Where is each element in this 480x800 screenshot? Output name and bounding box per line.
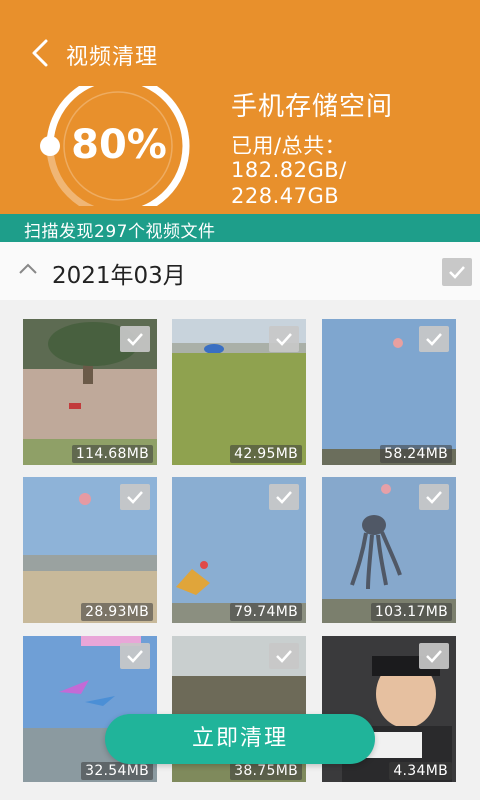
video-select-checkbox[interactable] <box>269 326 299 352</box>
video-select-checkbox[interactable] <box>120 643 150 669</box>
used-total-label: 已用/总共： <box>231 134 347 158</box>
video-size: 114.68MB <box>71 445 153 463</box>
checkmark-icon <box>426 491 442 504</box>
group-title: 2021年03月 <box>52 263 186 289</box>
group-select-checkbox[interactable] <box>442 258 472 286</box>
video-size: 79.74MB <box>230 603 302 621</box>
video-size: 28.93MB <box>81 603 153 621</box>
checkmark-icon <box>127 491 143 504</box>
video-select-checkbox[interactable] <box>419 326 449 352</box>
video-select-checkbox[interactable] <box>120 484 150 510</box>
page-title: 视频清理 <box>66 45 159 70</box>
video-size: 58.24MB <box>380 445 452 463</box>
used-value: 182.82GB/ <box>231 158 347 182</box>
scan-result-text: 扫描发现297个视频文件 <box>24 222 216 242</box>
video-select-checkbox[interactable] <box>269 484 299 510</box>
chevron-up-icon[interactable] <box>18 262 38 276</box>
storage-usage-ring: 80% <box>40 86 200 206</box>
checkmark-icon <box>127 333 143 346</box>
video-thumbnail[interactable]: 103.17MB <box>322 477 456 623</box>
video-thumbnail[interactable]: 79.74MB <box>172 477 306 623</box>
scan-result-banner: 扫描发现297个视频文件 <box>0 214 480 242</box>
video-size: 42.95MB <box>230 445 302 463</box>
video-select-checkbox[interactable] <box>269 643 299 669</box>
checkmark-icon <box>426 650 442 663</box>
checkmark-icon <box>449 266 465 279</box>
video-thumbnail[interactable]: 114.68MB <box>23 319 157 465</box>
video-thumbnail[interactable]: 42.95MB <box>172 319 306 465</box>
video-thumbnail[interactable]: 28.93MB <box>23 477 157 623</box>
checkmark-icon <box>127 650 143 663</box>
back-arrow-icon[interactable] <box>28 38 52 68</box>
video-select-checkbox[interactable] <box>120 326 150 352</box>
video-thumbnail[interactable]: 58.24MB <box>322 319 456 465</box>
video-size: 38.75MB <box>230 762 302 780</box>
storage-title: 手机存储空间 <box>231 92 394 122</box>
checkmark-icon <box>276 650 292 663</box>
clean-now-button[interactable]: 立即清理 <box>105 714 375 764</box>
group-header[interactable]: 2021年03月 <box>0 242 480 300</box>
checkmark-icon <box>276 491 292 504</box>
storage-percent: 80% <box>71 122 167 168</box>
video-select-checkbox[interactable] <box>419 643 449 669</box>
video-size: 4.34MB <box>389 762 452 780</box>
total-value: 228.47GB <box>231 184 340 208</box>
video-select-checkbox[interactable] <box>419 484 449 510</box>
header: 视频清理 80% 手机存储空间 已用/总共： 182.82GB/ 228.47G… <box>0 0 480 214</box>
video-size: 32.54MB <box>81 762 153 780</box>
checkmark-icon <box>276 333 292 346</box>
checkmark-icon <box>426 333 442 346</box>
video-size: 103.17MB <box>370 603 452 621</box>
